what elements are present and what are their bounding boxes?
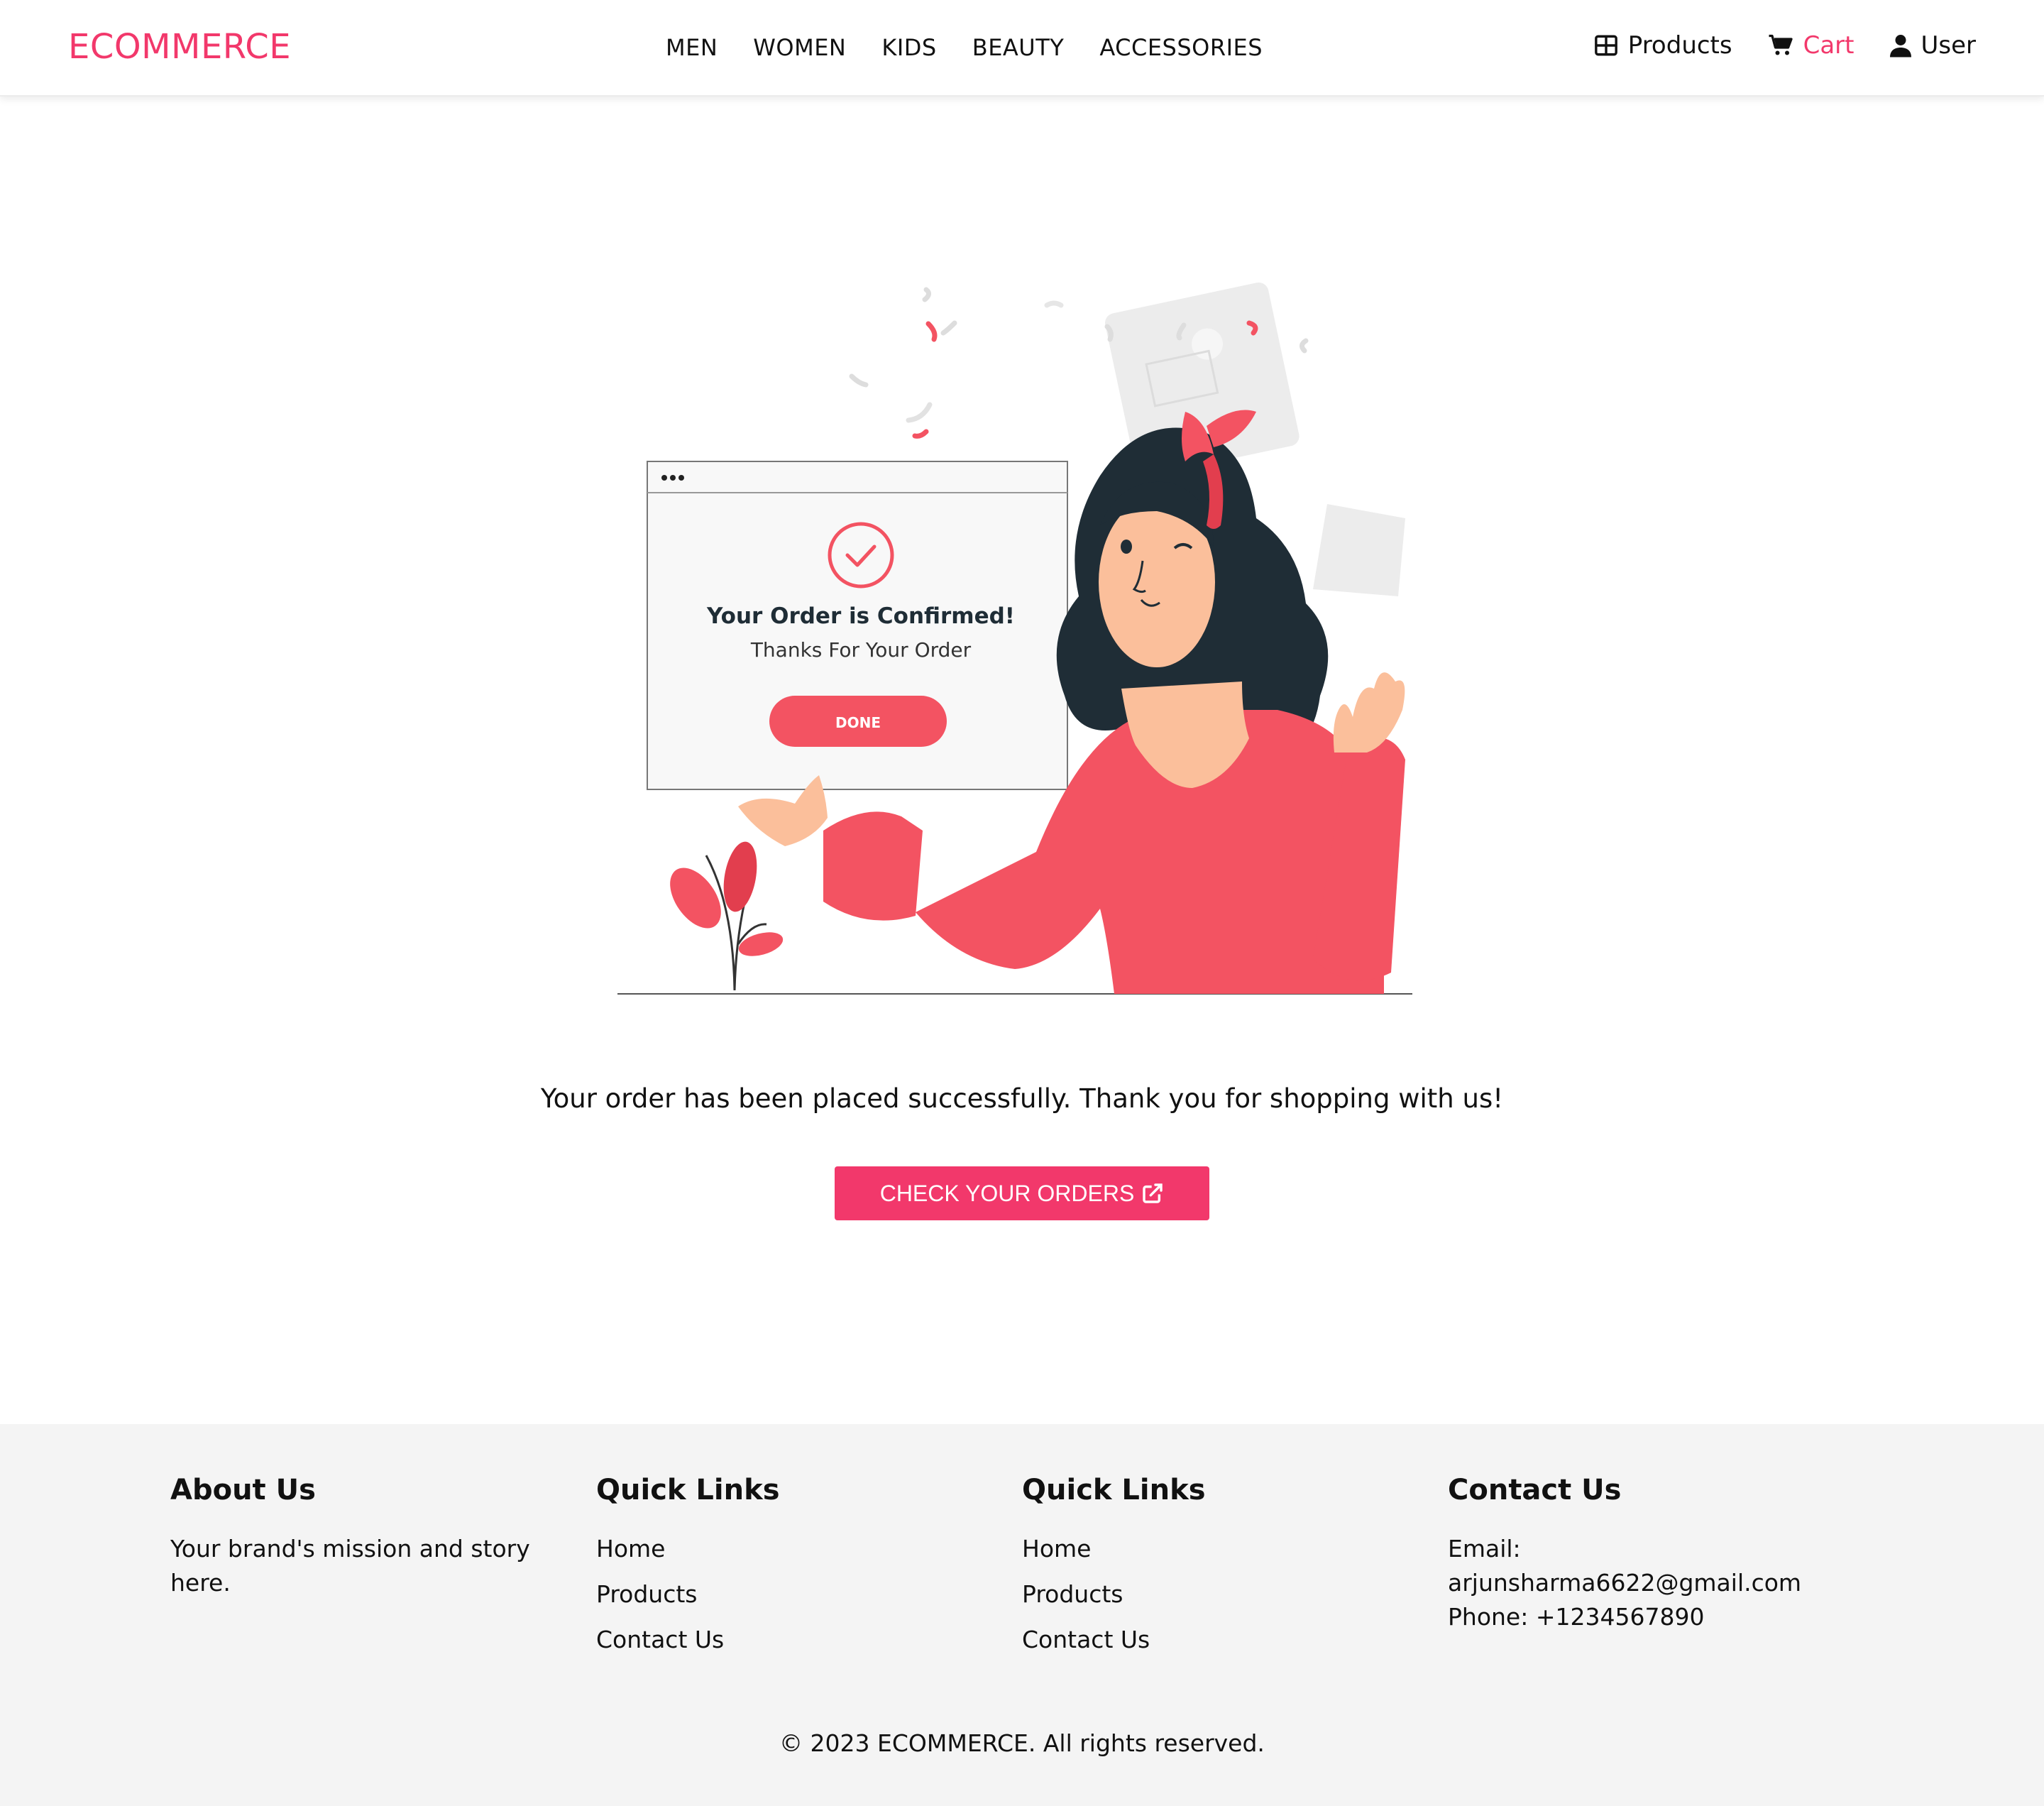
user-link-label: User xyxy=(1921,31,1977,60)
footer-email: arjunsharma6622@gmail.com xyxy=(1448,1569,1802,1597)
footer: About Us Your brand's mission and story … xyxy=(0,1424,2044,1806)
nav-men[interactable]: MEN xyxy=(666,34,718,61)
footer-contact: Contact Us Email: arjunsharma6622@gmail.… xyxy=(1448,1474,1845,1634)
footer-phone: Phone: +1234567890 xyxy=(1448,1603,1705,1631)
footer-quick-links-heading: Quick Links xyxy=(1022,1474,1206,1506)
check-orders-label: CHECK YOUR ORDERS xyxy=(879,1180,1135,1206)
footer-about: About Us Your brand's mission and story … xyxy=(170,1474,568,1600)
footer-quick-links-2: Quick Links Home Products Contact Us xyxy=(1022,1474,1419,1668)
confirmation-card: Your Order is Confirmed! Thanks For Your… xyxy=(647,461,1068,790)
products-link[interactable]: Products xyxy=(1594,31,1732,60)
background-bag xyxy=(1313,504,1405,596)
footer-email-label: Email: xyxy=(1448,1535,1521,1563)
order-confirmed-illustration: Your Order is Confirmed! Thanks For Your… xyxy=(617,282,1412,995)
user-link[interactable]: User xyxy=(1889,31,1977,60)
nav-kids[interactable]: KIDS xyxy=(881,34,936,61)
footer-link-products[interactable]: Products xyxy=(596,1577,994,1611)
footer-quick-links-1: Quick Links Home Products Contact Us xyxy=(596,1474,994,1668)
category-nav: MEN WOMEN KIDS BEAUTY ACCESSORIES xyxy=(666,34,1298,61)
footer-quick-links-heading: Quick Links xyxy=(596,1474,780,1506)
footer-link-home[interactable]: Home xyxy=(596,1532,994,1566)
nav-accessories[interactable]: ACCESSORIES xyxy=(1099,34,1263,61)
footer-link-home[interactable]: Home xyxy=(1022,1532,1419,1566)
cart-link-label: Cart xyxy=(1803,31,1855,60)
brand-logo[interactable]: ECOMMERCE xyxy=(68,27,291,67)
footer-about-text: Your brand's mission and story here. xyxy=(170,1535,530,1597)
footer-link-products[interactable]: Products xyxy=(1022,1577,1419,1611)
footer-link-contact[interactable]: Contact Us xyxy=(1022,1623,1419,1657)
success-message: Your order has been placed successfully.… xyxy=(540,1083,1504,1114)
navbar: ECOMMERCE MEN WOMEN KIDS BEAUTY ACCESSOR… xyxy=(0,0,2044,97)
grid-icon xyxy=(1594,35,1617,56)
cart-icon xyxy=(1769,34,1793,55)
products-link-label: Products xyxy=(1627,31,1732,60)
user-icon xyxy=(1889,35,1911,58)
nav-actions: Products Cart User xyxy=(1559,31,1976,60)
footer-link-contact[interactable]: Contact Us xyxy=(596,1623,994,1657)
cart-link[interactable]: Cart xyxy=(1768,31,1855,60)
external-link-icon xyxy=(1143,1183,1163,1203)
footer-contact-heading: Contact Us xyxy=(1448,1474,1622,1506)
nav-beauty[interactable]: BEAUTY xyxy=(972,34,1065,61)
card-subtitle: Thanks For Your Order xyxy=(750,638,972,662)
check-orders-button[interactable]: CHECK YOUR ORDERS xyxy=(835,1166,1209,1220)
nav-women[interactable]: WOMEN xyxy=(753,34,846,61)
card-done-button: DONE xyxy=(835,714,881,731)
card-title: Your Order is Confirmed! xyxy=(706,603,1015,629)
footer-about-heading: About Us xyxy=(170,1474,316,1506)
copyright: © 2023 ECOMMERCE. All rights reserved. xyxy=(779,1729,1265,1757)
plant-icon xyxy=(670,841,784,991)
